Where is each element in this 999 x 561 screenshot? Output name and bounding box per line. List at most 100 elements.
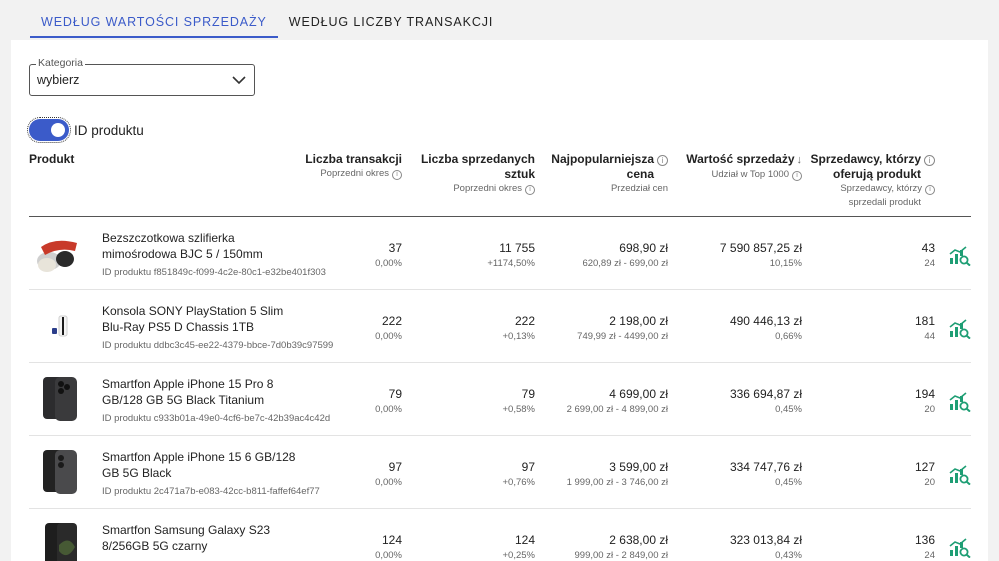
product-id: ID produktu 2c471a7b-e083-42cc-b811-faff… [102, 486, 320, 497]
column-header-units[interactable]: Liczba sprzedanych sztuk Poprzedni okres… [421, 152, 535, 196]
table-row[interactable]: Smartfon Samsung Galaxy S23 8/256GB 5G c… [29, 509, 971, 561]
sales-value: 7 590 857,25 zł [719, 241, 802, 255]
category-label: Kategoria [36, 57, 85, 69]
tab-by-transactions[interactable]: Według liczby transakcji [278, 0, 505, 38]
column-header-transactions[interactable]: Liczba transakcji Poprzedni okres i [305, 152, 402, 181]
sellers-sub-line1: Sprzedawcy, którzy [840, 183, 922, 194]
product-name[interactable]: Konsola SONY PlayStation 5 Slim Blu-Ray … [102, 303, 302, 335]
phone-image [45, 523, 77, 561]
sellers-offer-count: 136 [914, 533, 935, 547]
sellers-sold-count: 20 [924, 477, 935, 488]
category-select[interactable]: Kategoria wybierz [29, 57, 255, 96]
price-value: 698,90 zł [619, 241, 668, 255]
transactions-prev: 0,00% [375, 550, 402, 561]
price-range: 1 999,00 zł - 3 746,00 zł [566, 477, 668, 488]
sales-value: 490 446,13 zł [729, 314, 802, 328]
chart-search-icon[interactable] [949, 392, 971, 412]
table-row[interactable]: Bezszczotkowa szlifierka mimośrodowa BJC… [29, 217, 971, 290]
chart-search-icon[interactable] [949, 319, 971, 339]
sales-sub: Udział w Top 1000 [711, 169, 789, 180]
sales-title: Wartość sprzedaży [686, 152, 795, 166]
info-icon[interactable]: i [525, 185, 535, 195]
product-id-toggle-label: ID produktu [74, 122, 144, 138]
units-title-line1: Liczba sprzedanych [420, 152, 535, 166]
chart-search-icon[interactable] [949, 465, 971, 485]
product-name[interactable]: Bezszczotkowa szlifierka mimośrodowa BJC… [102, 230, 302, 262]
product-id: ID produktu f851849c-f099-4c2e-80c1-e32b… [102, 267, 326, 278]
table-row[interactable]: Konsola SONY PlayStation 5 Slim Blu-Ray … [29, 290, 971, 363]
info-icon[interactable]: i [392, 170, 402, 180]
chart-search-icon[interactable] [949, 246, 971, 266]
product-name[interactable]: Smartfon Apple iPhone 15 Pro 8 GB/128 GB… [102, 376, 302, 408]
price-range: 999,00 zł - 2 849,00 zł [574, 550, 668, 561]
product-thumbnail [35, 448, 83, 496]
price-range: 620,89 zł - 699,00 zł [582, 258, 668, 269]
units-value: 79 [521, 387, 535, 401]
table-row[interactable]: Smartfon Apple iPhone 15 Pro 8 GB/128 GB… [29, 363, 971, 436]
sales-value: 334 747,76 zł [729, 460, 802, 474]
transactions-prev: 0,00% [375, 258, 402, 269]
transactions-value: 222 [381, 314, 402, 328]
sellers-offer-count: 194 [914, 387, 935, 401]
price-range: 749,99 zł - 4499,00 zł [577, 331, 668, 342]
units-value: 124 [514, 533, 535, 547]
sales-value: 336 694,87 zł [729, 387, 802, 401]
transactions-sub: Poprzedni okres [320, 168, 389, 179]
sellers-offer-count: 181 [914, 314, 935, 328]
ranking-panel: Kategoria wybierz ID produktu Produkt Li… [11, 40, 988, 561]
transactions-prev: 0,00% [375, 477, 402, 488]
product-thumbnail [35, 229, 83, 277]
console-image [52, 315, 68, 337]
sales-value: 323 013,84 zł [729, 533, 802, 547]
price-title-line1: Najpopularniejsza [551, 152, 654, 166]
product-name[interactable]: Smartfon Apple iPhone 15 6 GB/128 GB 5G … [102, 449, 302, 481]
chevron-down-icon [232, 76, 246, 85]
product-id-toggle[interactable] [27, 117, 71, 143]
transactions-value: 97 [388, 460, 402, 474]
sellers-title-line1: Sprzedawcy, którzy [810, 152, 921, 166]
price-value: 2 638,00 zł [609, 533, 668, 547]
price-value: 3 599,00 zł [609, 460, 668, 474]
units-prev: +0,25% [502, 550, 536, 561]
column-header-sellers[interactable]: Sprzedawcy, którzy i oferują produkt Sprz… [811, 152, 935, 210]
table-row[interactable]: Smartfon Apple iPhone 15 6 GB/128 GB 5G … [29, 436, 971, 509]
sellers-offer-count: 127 [914, 460, 935, 474]
product-thumbnail [35, 302, 83, 350]
info-icon[interactable]: i [657, 155, 668, 166]
units-sub: Poprzedni okres [453, 183, 522, 194]
units-value: 222 [514, 314, 535, 328]
column-header-sales[interactable]: Wartość sprzedaży ↓ Udział w Top 1000 i [686, 152, 802, 182]
column-header-price[interactable]: Najpopularniejsza i cena Przedział cen [551, 152, 668, 196]
transactions-value: 79 [388, 387, 402, 401]
price-sub: Przedział cen [610, 183, 668, 194]
tab-bar: Według wartości sprzedaży Według liczby … [30, 0, 504, 38]
phone-image [43, 377, 77, 421]
units-prev: +0,58% [502, 404, 536, 415]
sales-share: 0,45% [775, 477, 802, 488]
category-value: wybierz [37, 73, 80, 87]
sellers-sold-count: 24 [924, 550, 935, 561]
info-icon[interactable]: i [924, 155, 935, 166]
price-title-line2: cena [626, 167, 654, 181]
sales-share: 0,43% [775, 550, 802, 561]
transactions-value: 37 [388, 241, 402, 255]
product-id: ID produktu c933b01a-49e0-4cf6-be7c-42b3… [102, 413, 331, 424]
column-header-product: Produkt [29, 152, 75, 166]
product-id-toggle-group: ID produktu [27, 117, 144, 143]
units-prev: +0,13% [502, 331, 536, 342]
tab-by-sales-value[interactable]: Według wartości sprzedaży [30, 0, 278, 38]
sellers-title-line2: oferują produkt [832, 167, 921, 181]
sort-down-icon[interactable]: ↓ [797, 154, 803, 166]
chart-search-icon[interactable] [949, 538, 971, 558]
transactions-prev: 0,00% [375, 331, 402, 342]
info-icon[interactable]: i [792, 171, 802, 181]
units-prev: +0,76% [502, 477, 536, 488]
sellers-sold-count: 24 [924, 258, 935, 269]
units-value: 11 755 [499, 241, 535, 255]
sales-share: 0,66% [775, 331, 802, 342]
info-icon[interactable]: i [925, 185, 935, 195]
units-prev: +1174,50% [487, 258, 535, 269]
product-name[interactable]: Smartfon Samsung Galaxy S23 8/256GB 5G c… [102, 522, 302, 554]
product-thumbnail [35, 521, 83, 561]
product-thumbnail [35, 375, 83, 423]
